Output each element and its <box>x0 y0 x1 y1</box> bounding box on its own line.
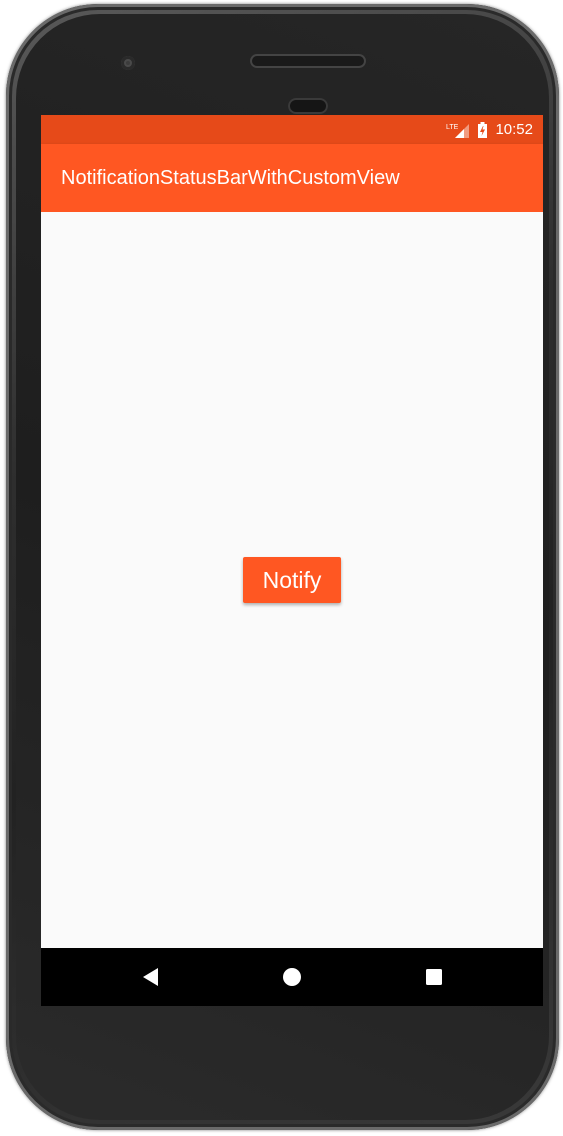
status-time: 10:52 <box>495 121 533 138</box>
earpiece-speaker <box>250 54 366 68</box>
notify-button[interactable]: Notify <box>243 557 341 603</box>
app-title: NotificationStatusBarWithCustomView <box>61 167 400 189</box>
signal-lte-icon: LTE <box>446 121 470 139</box>
recents-square-icon <box>426 969 442 985</box>
battery-charging-icon <box>478 121 488 138</box>
status-icons: LTE 10:52 <box>446 115 533 144</box>
proximity-sensor <box>288 98 328 114</box>
back-triangle-icon <box>143 968 158 986</box>
navigation-bar <box>41 948 543 1006</box>
main-content: Notify <box>41 212 543 948</box>
status-bar: LTE 10:52 <box>41 115 543 144</box>
app-bar: NotificationStatusBarWithCustomView <box>41 144 543 212</box>
recents-button[interactable] <box>404 948 464 1006</box>
network-type-label: LTE <box>446 124 459 131</box>
phone-screen: LTE 10:52 NotificationStatusBarWithCusto… <box>41 115 543 1006</box>
home-button[interactable] <box>262 948 322 1006</box>
home-circle-icon <box>283 968 301 986</box>
back-button[interactable] <box>121 948 181 1006</box>
front-camera <box>121 56 135 70</box>
